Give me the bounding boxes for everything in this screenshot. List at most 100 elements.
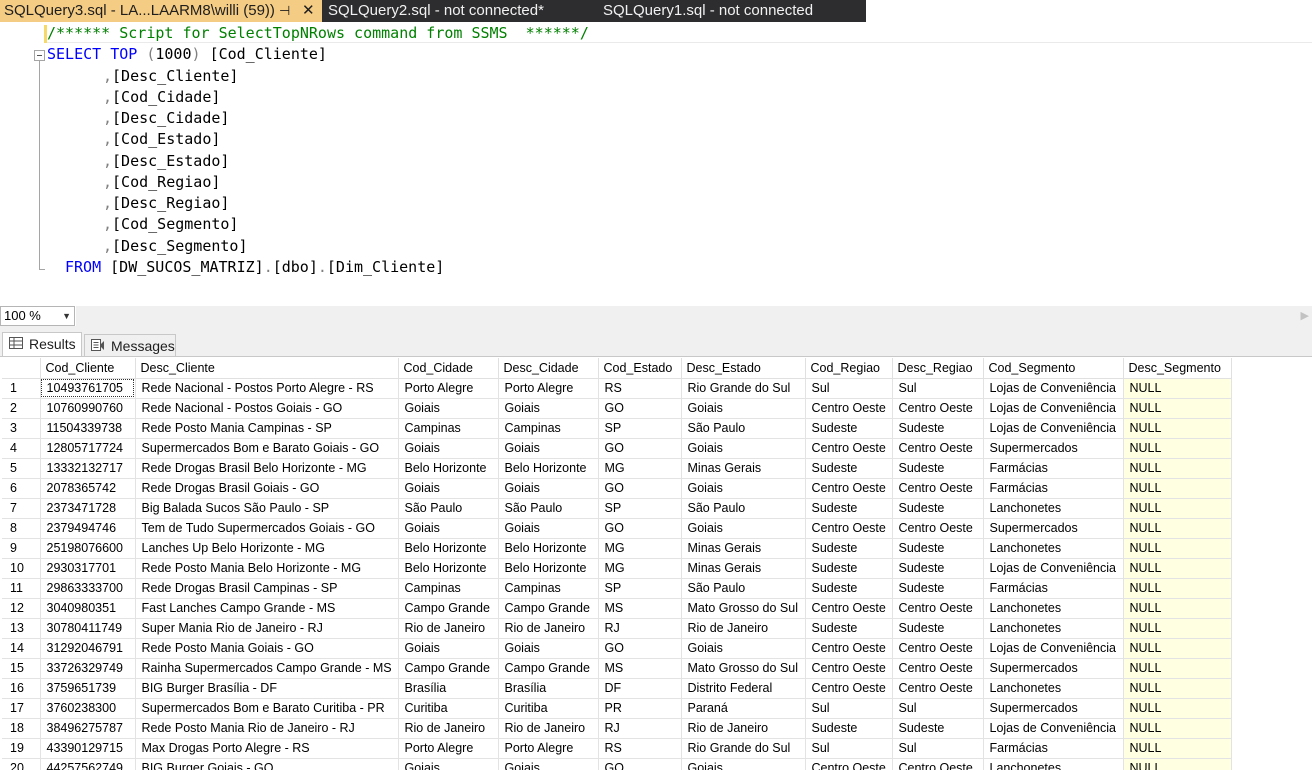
grid-cell[interactable]: GO [598, 518, 682, 539]
column-header[interactable]: Cod_Regiao [805, 358, 893, 379]
table-row[interactable]: 18 38496275787 Rede Posto Mania Rio de Jan… [2, 718, 1232, 739]
grid-cell[interactable]: Centro Oeste [805, 638, 893, 659]
table-row[interactable]: 7 2373471728 Big Balada Sucos São Paulo - … [2, 498, 1232, 519]
grid-cell[interactable]: MG [598, 538, 682, 559]
tab-messages[interactable]: Messages [84, 334, 176, 356]
grid-cell[interactable]: Centro Oeste [892, 598, 984, 619]
grid-cell[interactable]: Sudeste [892, 558, 984, 579]
pin-icon[interactable]: ⊣ [279, 0, 290, 22]
grid-cell[interactable]: 44257562749 [40, 758, 136, 770]
results-grid[interactable]: Cod_Cliente Desc_Cliente Cod_Cidade Desc_Ci… [0, 356, 1312, 770]
table-row[interactable]: 5 13332132717 Rede Drogas Brasil Belo Hori… [2, 458, 1232, 479]
grid-cell[interactable]: GO [598, 478, 682, 499]
grid-cell[interactable]: Max Drogas Porto Alegre - RS [135, 738, 399, 759]
grid-cell[interactable]: Sudeste [805, 498, 893, 519]
grid-cell[interactable]: Brasília [498, 678, 599, 699]
grid-cell[interactable]: Mato Grosso do Sul [681, 598, 806, 619]
grid-cell[interactable]: Lanchonetes [983, 498, 1124, 519]
row-number[interactable]: 14 [2, 638, 41, 659]
grid-cell[interactable]: Sudeste [892, 718, 984, 739]
grid-cell[interactable]: 33726329749 [40, 658, 136, 679]
table-row[interactable]: 16 3759651739 BIG Burger Brasília - DF Bras… [2, 678, 1232, 699]
row-number[interactable]: 9 [2, 538, 41, 559]
grid-cell[interactable]: GO [598, 758, 682, 770]
grid-cell[interactable]: Lanchonetes [983, 618, 1124, 639]
column-header[interactable]: Cod_Segmento [983, 358, 1124, 379]
grid-cell[interactable]: São Paulo [681, 498, 806, 519]
row-number[interactable]: 1 [2, 378, 41, 399]
grid-cell[interactable]: 13332132717 [40, 458, 136, 479]
query-editor[interactable]: /****** Script for SelectTopNRows comman… [0, 22, 1312, 306]
grid-cell[interactable]: Sul [805, 738, 893, 759]
grid-cell[interactable]: Centro Oeste [892, 758, 984, 770]
grid-cell[interactable]: Rede Nacional - Postos Goiais - GO [135, 398, 399, 419]
grid-cell[interactable]: Goiais [498, 638, 599, 659]
grid-cell[interactable]: RJ [598, 718, 682, 739]
grid-cell[interactable]: NULL [1123, 618, 1232, 639]
grid-cell[interactable]: SP [598, 418, 682, 439]
column-header[interactable]: Desc_Cliente [135, 358, 399, 379]
grid-cell[interactable]: 2373471728 [40, 498, 136, 519]
grid-cell[interactable]: Rio de Janeiro [498, 718, 599, 739]
grid-cell[interactable]: Lanchonetes [983, 598, 1124, 619]
grid-cell[interactable]: Farmácias [983, 738, 1124, 759]
grid-cell[interactable]: GO [598, 398, 682, 419]
grid-cell[interactable]: Lojas de Conveniência [983, 638, 1124, 659]
grid-cell[interactable]: Minas Gerais [681, 458, 806, 479]
grid-cell[interactable]: 10493761705 [40, 378, 136, 399]
grid-cell[interactable]: Centro Oeste [805, 518, 893, 539]
grid-cell[interactable]: Centro Oeste [805, 438, 893, 459]
grid-cell[interactable]: Rio de Janeiro [398, 718, 499, 739]
grid-cell[interactable]: Goiais [681, 518, 806, 539]
editor-horizontal-scrollbar[interactable]: ▶ [76, 306, 1312, 326]
grid-cell[interactable]: Centro Oeste [805, 398, 893, 419]
table-row[interactable]: 13 30780411749 Super Mania Rio de Janeiro … [2, 618, 1232, 639]
table-row[interactable]: 4 12805717724 Supermercados Bom e Barato G… [2, 438, 1232, 459]
table-row[interactable]: 8 2379494746 Tem de Tudo Supermercados Goi… [2, 518, 1232, 539]
grid-cell[interactable]: Brasília [398, 678, 499, 699]
grid-cell[interactable]: Centro Oeste [892, 658, 984, 679]
grid-cell[interactable]: 31292046791 [40, 638, 136, 659]
grid-cell[interactable]: 43390129715 [40, 738, 136, 759]
tab-sqlquery2[interactable]: SQLQuery2.sql - not connected* [322, 0, 596, 22]
table-row[interactable]: 10 2930317701 Rede Posto Mania Belo Horizo… [2, 558, 1232, 579]
grid-cell[interactable]: Campo Grande [498, 658, 599, 679]
grid-cell[interactable]: 12805717724 [40, 438, 136, 459]
grid-cell[interactable]: MG [598, 458, 682, 479]
grid-cell[interactable]: Supermercados [983, 438, 1124, 459]
grid-cell[interactable]: Rede Posto Mania Goiais - GO [135, 638, 399, 659]
table-row[interactable]: 6 2078365742 Rede Drogas Brasil Goiais - G… [2, 478, 1232, 499]
row-number[interactable]: 11 [2, 578, 41, 599]
grid-cell[interactable]: Goiais [681, 758, 806, 770]
table-row[interactable]: 3 11504339738 Rede Posto Mania Campinas - … [2, 418, 1232, 439]
grid-cell[interactable]: Curitiba [398, 698, 499, 719]
grid-cell[interactable]: Belo Horizonte [498, 458, 599, 479]
grid-cell[interactable]: SP [598, 498, 682, 519]
grid-cell[interactable]: Supermercados [983, 698, 1124, 719]
corner-cell[interactable] [2, 358, 41, 379]
grid-cell[interactable]: São Paulo [681, 578, 806, 599]
grid-cell[interactable]: Supermercados Bom e Barato Curitiba - PR [135, 698, 399, 719]
grid-cell[interactable]: 30780411749 [40, 618, 136, 639]
grid-cell[interactable]: Farmácias [983, 458, 1124, 479]
grid-cell[interactable]: 3760238300 [40, 698, 136, 719]
table-row[interactable]: 1 10493761705 Rede Nacional - Postos Porto… [2, 378, 1232, 399]
grid-cell[interactable]: Rainha Supermercados Campo Grande - MS [135, 658, 399, 679]
grid-cell[interactable]: Super Mania Rio de Janeiro - RJ [135, 618, 399, 639]
row-number[interactable]: 15 [2, 658, 41, 679]
grid-cell[interactable]: Sudeste [892, 618, 984, 639]
grid-cell[interactable]: NULL [1123, 758, 1232, 770]
table-row[interactable]: 17 3760238300 Supermercados Bom e Barato C… [2, 698, 1232, 719]
grid-cell[interactable]: Campo Grande [398, 658, 499, 679]
grid-cell[interactable]: 29863333700 [40, 578, 136, 599]
grid-cell[interactable]: Lojas de Conveniência [983, 398, 1124, 419]
row-number[interactable]: 13 [2, 618, 41, 639]
table-row[interactable]: 15 33726329749 Rainha Supermercados Campo … [2, 658, 1232, 679]
grid-cell[interactable]: 11504339738 [40, 418, 136, 439]
row-number[interactable]: 2 [2, 398, 41, 419]
grid-cell[interactable]: Distrito Federal [681, 678, 806, 699]
grid-cell[interactable]: Tem de Tudo Supermercados Goiais - GO [135, 518, 399, 539]
grid-cell[interactable]: Campinas [398, 418, 499, 439]
grid-cell[interactable]: Sudeste [805, 618, 893, 639]
grid-cell[interactable]: PR [598, 698, 682, 719]
